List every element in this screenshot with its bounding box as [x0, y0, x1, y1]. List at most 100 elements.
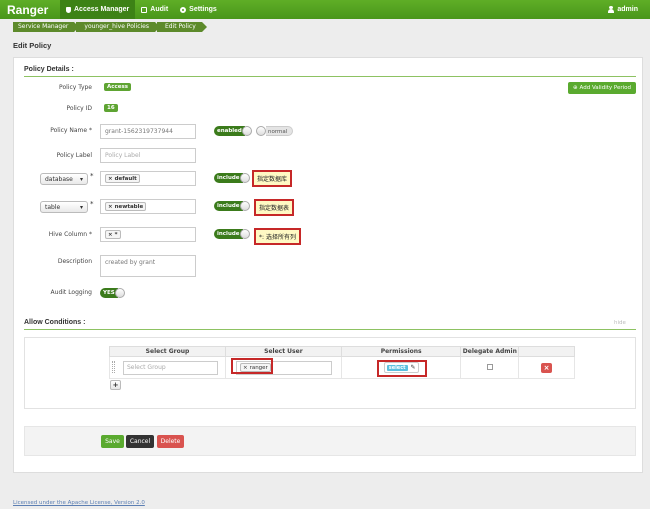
toggle-knob [239, 173, 250, 183]
section-divider [24, 329, 636, 330]
breadcrumb-edit-policy: Edit Policy [157, 22, 207, 32]
breadcrumb-policies[interactable]: younger_hive Policies [76, 22, 160, 32]
select-value: table [45, 203, 61, 211]
audit-logging-label: Audit Logging [50, 289, 92, 296]
edit-policy-panel: Policy Details : ⊕ Add Validity Period P… [13, 57, 643, 473]
policy-priority-toggle[interactable]: normal [256, 126, 294, 136]
nav-access-manager-label: Access Manager [74, 6, 130, 13]
table-input[interactable]: × newtable [100, 199, 196, 214]
cancel-button[interactable]: Cancel [126, 435, 154, 448]
database-tag-value: default [114, 175, 137, 182]
database-include-toggle[interactable]: include [214, 173, 250, 183]
annotation-column-text: 选择所有列 [265, 234, 296, 241]
policy-id-label: Policy ID [66, 105, 92, 112]
select-group-input[interactable]: Select Group [123, 360, 218, 375]
chevron-down-icon: ▾ [79, 203, 83, 211]
policy-name-label: Policy Name * [50, 127, 92, 134]
include-label: include [214, 173, 243, 183]
user-icon [608, 6, 615, 13]
description-label: Description [57, 258, 92, 265]
section-divider [24, 76, 636, 77]
database-tag[interactable]: × default [105, 174, 140, 183]
header-actions [518, 346, 575, 357]
delete-button[interactable]: Delete [157, 435, 184, 448]
remove-tag-icon[interactable]: × [108, 232, 113, 238]
document-icon [141, 6, 148, 13]
add-condition-button[interactable]: + [110, 380, 121, 390]
gear-icon [180, 6, 187, 13]
hive-column-input[interactable]: × * [100, 227, 196, 242]
audit-logging-toggle[interactable]: YES [100, 288, 125, 298]
nav-access-manager[interactable]: Access Manager [60, 0, 136, 19]
license-link[interactable]: Licensed under the Apache License, Versi… [13, 500, 145, 506]
policy-id-badge: 16 [104, 104, 118, 112]
required-star: * [90, 172, 94, 180]
column-tag[interactable]: × * [105, 230, 121, 239]
header-select-group: Select Group [109, 346, 226, 357]
breadcrumb-service-manager[interactable]: Service Manager [13, 22, 80, 32]
allow-conditions-title: Allow Conditions : [24, 319, 86, 326]
table-include-toggle[interactable]: include [214, 201, 250, 211]
description-textarea[interactable]: created by grant [100, 255, 196, 277]
nav-settings[interactable]: Settings [174, 0, 223, 19]
annotation-table: 指定数据表 [254, 199, 295, 216]
annotation-column: *: 选择所有列 [254, 228, 301, 245]
header-permissions: Permissions [340, 346, 462, 357]
drag-handle-icon[interactable] [112, 361, 115, 373]
toggle-knob [256, 126, 266, 136]
table-tag[interactable]: × newtable [105, 202, 147, 211]
toggle-knob [239, 201, 250, 211]
ranger-logo[interactable]: Ranger [0, 3, 60, 17]
nav-audit[interactable]: Audit [135, 0, 174, 19]
policy-details-title: Policy Details : [24, 66, 74, 73]
add-validity-label: Add Validity Period [579, 85, 632, 91]
remove-tag-icon[interactable]: × [108, 176, 113, 182]
toggle-knob [241, 126, 252, 136]
annotation-column-prefix: *: [259, 234, 265, 241]
breadcrumb: Service Manager younger_hive Policies Ed… [13, 22, 207, 32]
remove-tag-icon[interactable]: × [108, 204, 113, 210]
top-navbar: Ranger Access Manager Audit Settings adm… [0, 0, 650, 19]
highlight-user [231, 358, 273, 374]
save-button[interactable]: Save [101, 435, 124, 448]
add-validity-period-button[interactable]: ⊕ Add Validity Period [568, 82, 636, 94]
toggle-knob [239, 229, 250, 239]
include-label: include [214, 201, 243, 211]
nav-settings-label: Settings [189, 6, 217, 13]
toggle-knob [114, 288, 125, 298]
policy-label-input[interactable]: Policy Label [100, 148, 196, 163]
actions-cell: × [518, 356, 575, 379]
database-input[interactable]: × default [100, 171, 196, 186]
normal-label: normal [266, 126, 294, 136]
table-tag-value: newtable [114, 203, 144, 210]
user-menu[interactable]: admin [602, 0, 650, 19]
policy-name-input[interactable]: grant-1562319737944 [100, 124, 196, 139]
user-name: admin [617, 6, 638, 13]
column-include-toggle[interactable]: include [214, 229, 250, 239]
remove-row-button[interactable]: × [541, 362, 553, 373]
nav-audit-label: Audit [150, 6, 169, 13]
policy-enabled-toggle[interactable]: enabled [214, 126, 252, 136]
resource-type-select-database[interactable]: database ▾ [40, 173, 88, 185]
clock-icon: ⊕ [572, 85, 578, 91]
highlight-permissions [377, 360, 427, 377]
policy-type-label: Policy Type [59, 84, 92, 91]
policy-label-label: Policy Label [56, 152, 92, 159]
column-tag-value: * [114, 231, 118, 238]
hive-column-label: Hive Column * [48, 231, 92, 238]
resource-type-select-table[interactable]: table ▾ [40, 201, 88, 213]
hide-toggle[interactable]: hide [614, 320, 626, 326]
chevron-down-icon: ▾ [79, 175, 83, 183]
delegate-admin-checkbox[interactable] [486, 363, 493, 370]
required-star: * [90, 200, 94, 208]
delegate-admin-cell [460, 356, 520, 379]
include-label: include [214, 229, 243, 239]
policy-type-badge: Access [104, 83, 132, 91]
page-title: Edit Policy [13, 41, 52, 50]
group-cell: Select Group [109, 356, 226, 379]
header-delegate-admin: Delegate Admin [460, 346, 520, 357]
select-value: database [45, 175, 73, 183]
allow-conditions-table: Select Group Select User Permissions Del… [109, 346, 575, 379]
shield-icon [66, 6, 71, 13]
table-row: Select Group × ranger select ✎ × [109, 356, 575, 379]
